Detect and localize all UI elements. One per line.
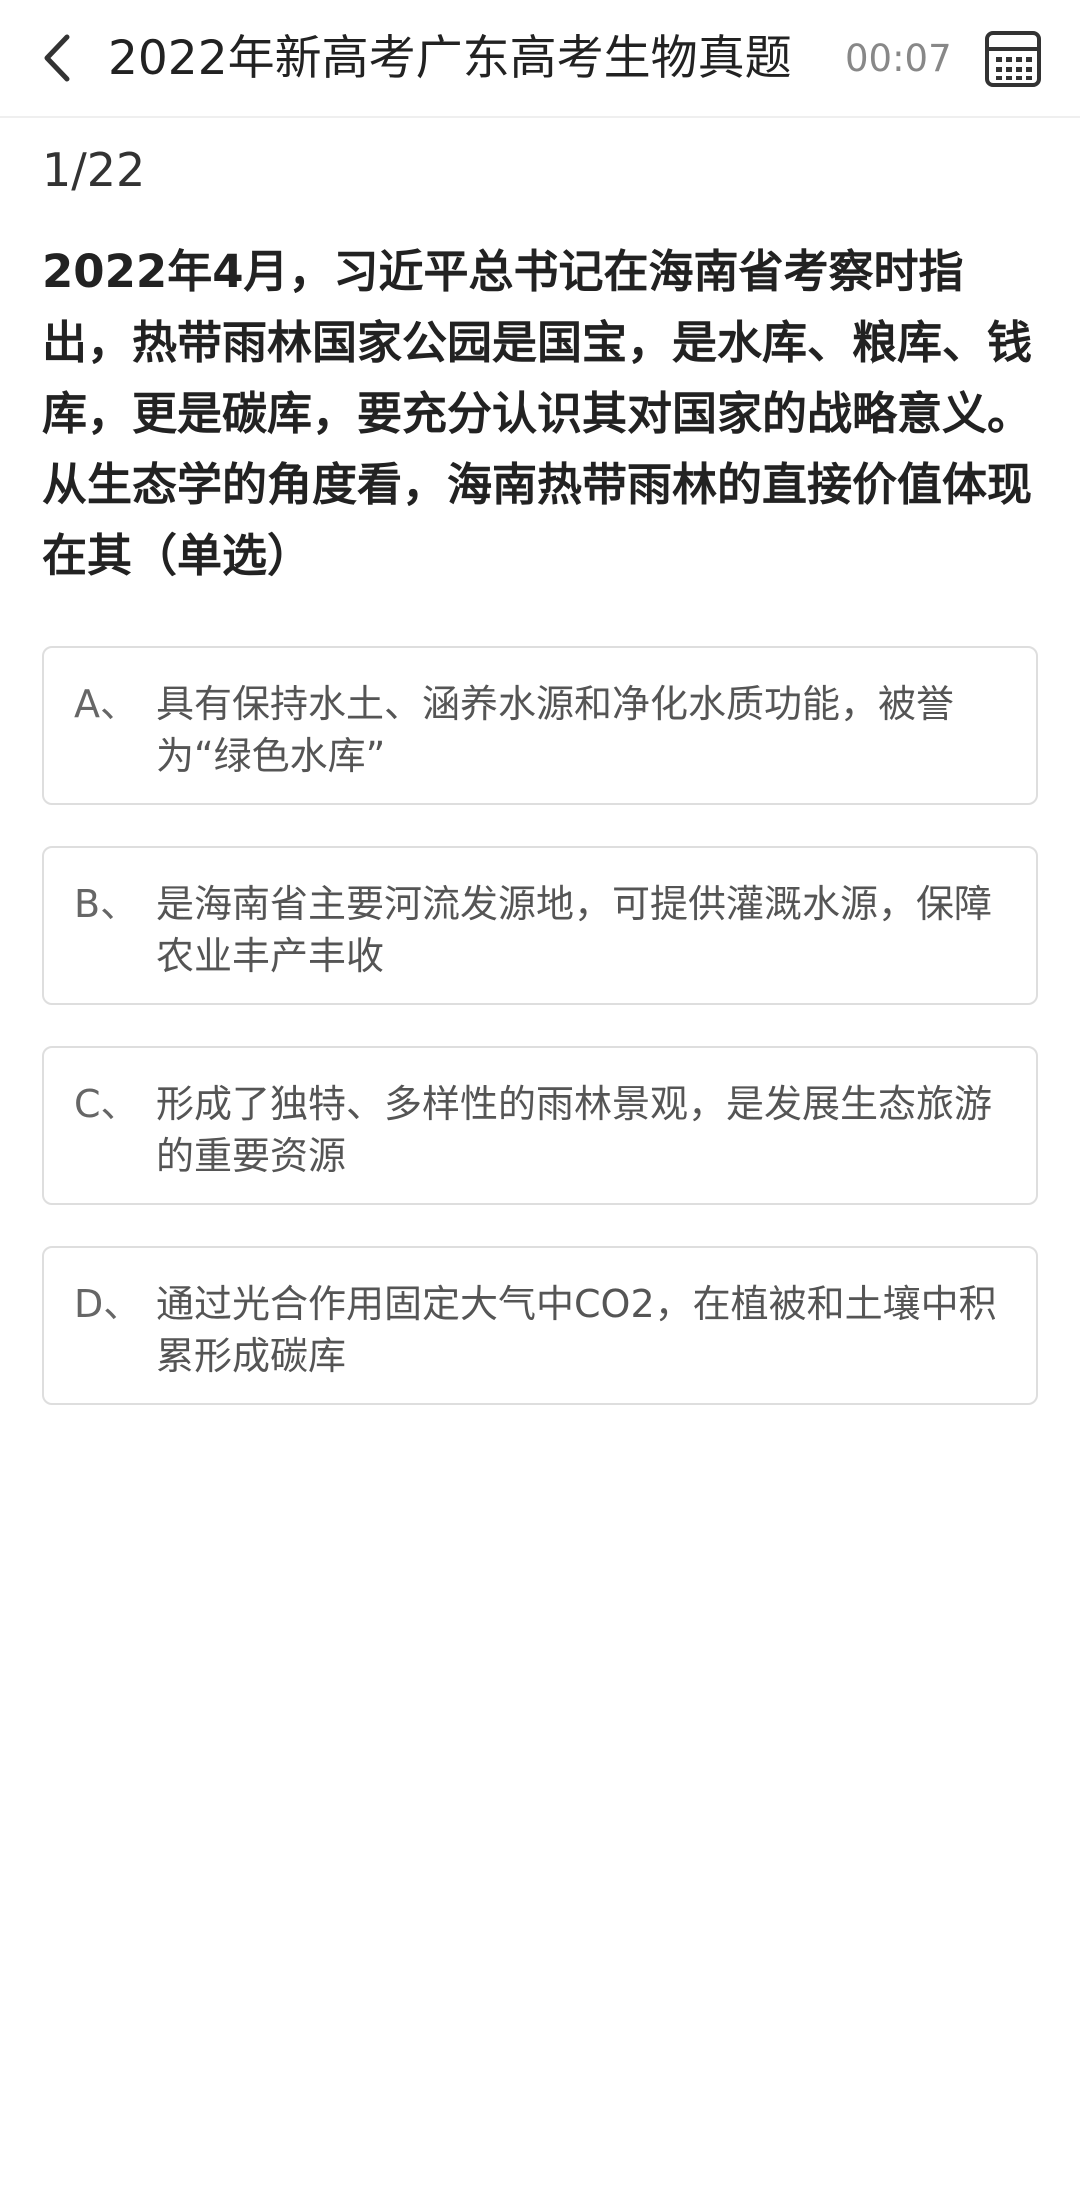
- answer-sheet-grid-icon: [985, 31, 1041, 87]
- page-title: 2022年新高考广东高考生物真题: [108, 31, 792, 86]
- back-button[interactable]: [28, 26, 84, 90]
- question-progress: 1/22: [42, 143, 146, 197]
- option-d[interactable]: D、 通过光合作用固定大气中CO2，在植被和土壤中积累形成碳库: [42, 1246, 1038, 1405]
- option-text: 具有保持水土、涵养水源和净化水质功能，被誉为“绿色水库”: [156, 682, 955, 778]
- option-letter: D、: [74, 1282, 142, 1326]
- option-b[interactable]: B、 是海南省主要河流发源地，可提供灌溉水源，保障农业丰产丰收: [42, 846, 1038, 1005]
- option-letter: A、: [74, 682, 138, 726]
- option-text: 通过光合作用固定大气中CO2，在植被和土壤中积累形成碳库: [156, 1282, 997, 1378]
- question-stem: 2022年4月，习近平总书记在海南省考察时指出，热带雨林国家公园是国宝，是水库、…: [42, 245, 1033, 582]
- option-letter: C、: [74, 1082, 139, 1126]
- option-letter: B、: [74, 882, 139, 926]
- answer-options: A、 具有保持水土、涵养水源和净化水质功能，被誉为“绿色水库” B、 是海南省主…: [42, 646, 1038, 1446]
- exam-timer: 00:07: [845, 37, 952, 80]
- top-bar: 2022年新高考广东高考生物真题 00:07: [0, 0, 1080, 118]
- answer-sheet-button[interactable]: [984, 30, 1042, 88]
- option-a[interactable]: A、 具有保持水土、涵养水源和净化水质功能，被誉为“绿色水库”: [42, 646, 1038, 805]
- option-text: 形成了独特、多样性的雨林景观，是发展生态旅游的重要资源: [156, 1082, 993, 1178]
- option-c[interactable]: C、 形成了独特、多样性的雨林景观，是发展生态旅游的重要资源: [42, 1046, 1038, 1205]
- chevron-left-icon: [44, 34, 70, 82]
- option-text: 是海南省主要河流发源地，可提供灌溉水源，保障农业丰产丰收: [156, 882, 993, 978]
